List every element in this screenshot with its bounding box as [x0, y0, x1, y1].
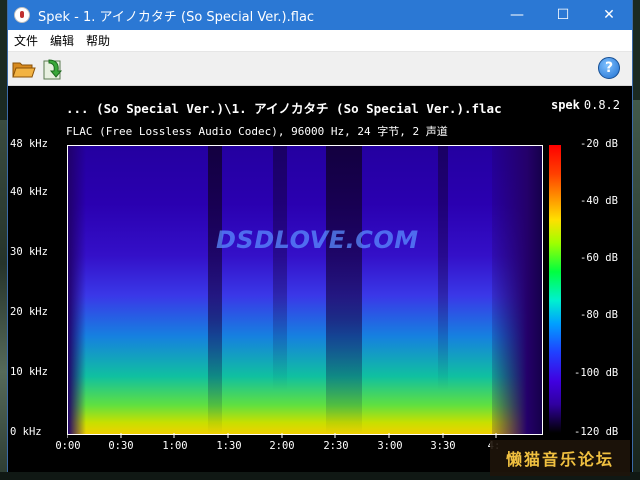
save-image-button[interactable] — [40, 56, 66, 82]
spectrogram-image: DSDLOVE.COM — [67, 145, 543, 435]
time-label: 3:00 — [377, 440, 403, 452]
spectrogram-quiet-band — [273, 146, 287, 434]
spectrogram-end — [492, 146, 542, 434]
minimize-button[interactable]: — — [494, 0, 540, 30]
desktop-background-right — [632, 100, 640, 480]
save-arrow-icon — [43, 58, 63, 79]
db-label: -40 dB — [580, 195, 618, 207]
freq-label-10: 10 kHz — [10, 366, 48, 378]
help-about-button[interactable]: ? — [598, 57, 620, 79]
db-label: -60 dB — [580, 252, 618, 264]
spectrogram-quiet-band — [438, 146, 448, 434]
db-color-scale — [549, 145, 561, 433]
menu-edit[interactable]: 编辑 — [44, 32, 80, 49]
maximize-button[interactable]: ☐ — [540, 0, 586, 30]
spectrogram-start — [68, 146, 86, 434]
spek-version-label: spek 0.8.2 — [551, 98, 620, 112]
menu-help[interactable]: 帮助 — [80, 32, 116, 49]
db-label: -100 dB — [574, 367, 619, 379]
title-bar[interactable]: Spek - 1. アイノカタチ (So Special Ver.).flac … — [8, 0, 632, 30]
spek-app-icon[interactable] — [14, 7, 30, 23]
toolbar: ? — [8, 52, 632, 86]
spek-app-name: spek — [550, 98, 580, 112]
time-label: 1:30 — [216, 440, 242, 452]
file-info-label: FLAC (Free Lossless Audio Codec), 96000 … — [66, 125, 448, 138]
time-label: 0:00 — [55, 440, 81, 452]
spectrogram-quiet-band — [326, 146, 362, 434]
time-label: 3:30 — [430, 440, 456, 452]
file-name-label: ... (So Special Ver.)\1. アイノカタチ (So Spec… — [66, 101, 502, 116]
freq-label-20: 20 kHz — [10, 306, 48, 318]
close-button[interactable]: ✕ — [586, 0, 632, 30]
menu-file[interactable]: 文件 — [8, 32, 44, 49]
spek-window: Spek - 1. アイノカタチ (So Special Ver.).flac … — [8, 0, 632, 474]
spek-version-number: 0.8.2 — [583, 98, 620, 112]
freq-label-48: 48 kHz — [10, 138, 48, 150]
db-label: -20 dB — [580, 138, 618, 150]
spectrogram-area: ... (So Special Ver.)\1. アイノカタチ (So Spec… — [8, 86, 632, 474]
spectrogram-quiet-band — [208, 146, 222, 434]
menu-bar: 文件 编辑 帮助 — [8, 30, 632, 52]
folder-icon — [12, 62, 36, 77]
freq-label-40: 40 kHz — [10, 186, 48, 198]
time-axis-ticks — [67, 433, 497, 438]
time-label: 2:00 — [269, 440, 295, 452]
open-file-button[interactable] — [11, 56, 37, 82]
time-label: 0:30 — [108, 440, 134, 452]
freq-label-30: 30 kHz — [10, 246, 48, 258]
db-label: -80 dB — [580, 309, 618, 321]
desktop-background-left — [0, 120, 8, 480]
time-label: 2:30 — [323, 440, 349, 452]
time-label: 1:00 — [162, 440, 188, 452]
window-title: Spek - 1. アイノカタチ (So Special Ver.).flac — [38, 9, 315, 25]
db-label: -120 dB — [574, 426, 619, 438]
freq-label-0: 0 kHz — [10, 426, 42, 438]
forum-logo: 懒猫音乐论坛 — [490, 440, 630, 476]
watermark-text: DSDLOVE.COM — [216, 226, 419, 254]
